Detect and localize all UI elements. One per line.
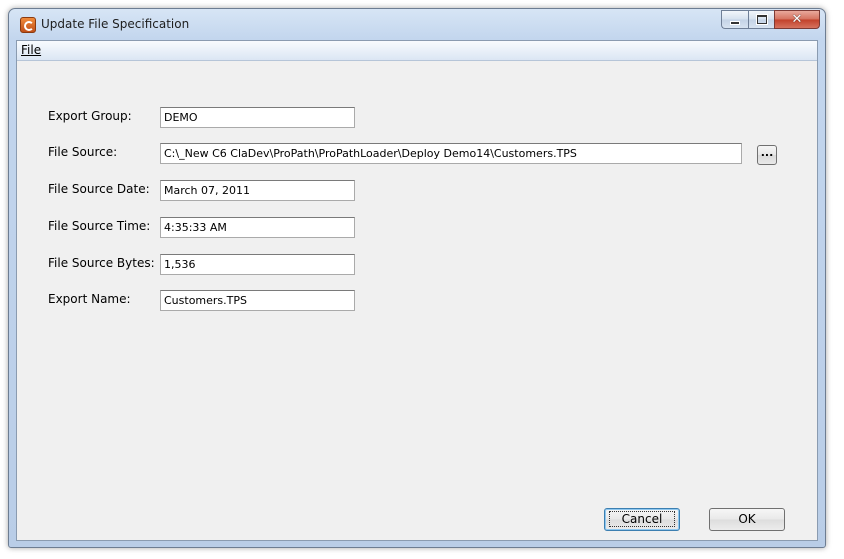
menu-file[interactable]: File bbox=[21, 43, 41, 57]
file-source-time-label: File Source Time: bbox=[48, 219, 151, 233]
file-source-time-field[interactable]: 4:35:33 AM bbox=[160, 217, 355, 238]
file-source-bytes-field[interactable]: 1,536 bbox=[160, 254, 355, 275]
title-bar[interactable]: Update File Specification ✕ bbox=[9, 9, 825, 40]
browse-button[interactable]: ... bbox=[757, 145, 777, 165]
menu-file-label: File bbox=[21, 43, 42, 57]
ok-button[interactable]: OK bbox=[709, 508, 785, 531]
export-name-label: Export Name: bbox=[48, 292, 131, 306]
client-area: File Export Group: DEMO File Source: C:\… bbox=[16, 40, 818, 541]
menu-bar: File bbox=[17, 41, 817, 61]
file-source-date-label: File Source Date: bbox=[48, 182, 150, 196]
app-icon[interactable] bbox=[20, 17, 36, 33]
close-icon: ✕ bbox=[791, 12, 803, 27]
caption-buttons: ✕ bbox=[721, 10, 820, 30]
minimize-icon bbox=[730, 20, 740, 25]
cancel-button[interactable]: Cancel bbox=[604, 508, 680, 531]
minimize-button[interactable] bbox=[721, 10, 748, 29]
maximize-icon bbox=[756, 15, 767, 24]
file-source-field[interactable]: C:\_New C6 ClaDev\ProPath\ProPathLoader\… bbox=[160, 143, 742, 164]
close-button[interactable]: ✕ bbox=[774, 10, 820, 29]
maximize-button[interactable] bbox=[748, 10, 774, 29]
export-group-field[interactable]: DEMO bbox=[160, 107, 355, 128]
app-window: Update File Specification ✕ File Export … bbox=[8, 8, 826, 548]
file-source-label: File Source: bbox=[48, 145, 118, 159]
file-source-date-field[interactable]: March 07, 2011 bbox=[160, 180, 355, 201]
export-name-field[interactable]: Customers.TPS bbox=[160, 290, 355, 311]
window-title: Update File Specification bbox=[41, 17, 190, 31]
file-source-bytes-label: File Source Bytes: bbox=[48, 256, 155, 270]
cancel-button-label: Cancel bbox=[608, 511, 676, 527]
export-group-label: Export Group: bbox=[48, 109, 132, 123]
